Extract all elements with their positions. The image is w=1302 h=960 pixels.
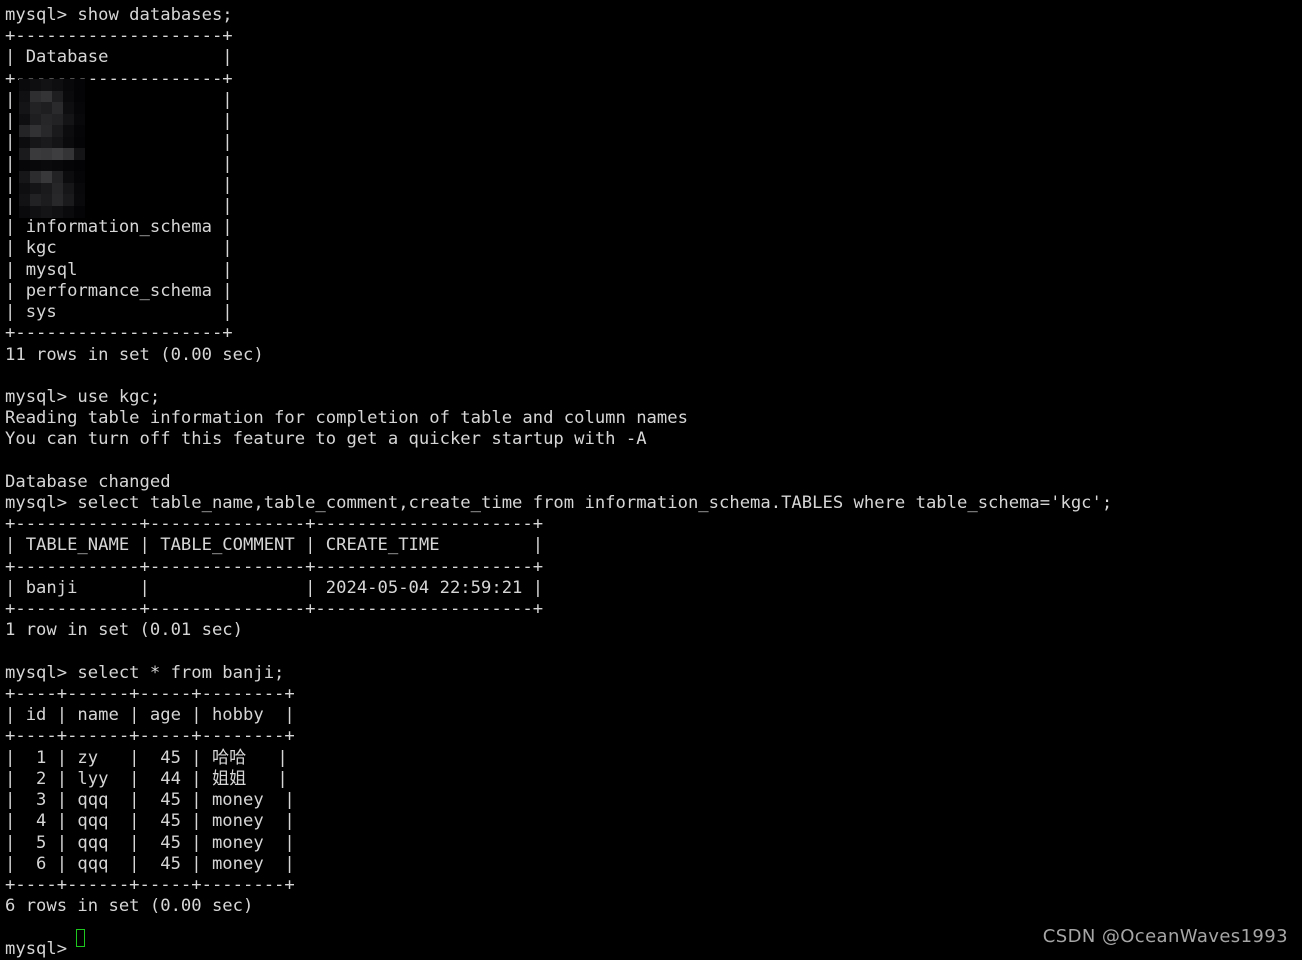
terminal-line-tbl-rowcount: 1 row in set (0.01 sec) [5,620,243,641]
terminal-line-db-sep-top: +--------------------+ [5,26,233,47]
terminal-line-db-row-7: | information_schema | [5,217,233,238]
terminal-line-db-sep-bottom: +--------------------+ [5,323,233,344]
terminal-line-tbl-sep-bottom: +------------+---------------+----------… [5,599,544,620]
terminal-line-cmd-select-banji: mysql> select * from banji; [5,662,285,683]
terminal-line-db-row-9: | mysql | [5,259,233,280]
terminal-line-db-row-1: | | [5,89,233,110]
terminal-line-banji-sep-mid: +----+------+-----+--------+ [5,726,295,747]
terminal-line-db-row-4: | | [5,153,233,174]
terminal-line-banji-sep-top: +----+------+-----+--------+ [5,684,295,704]
terminal-line-cmd-show-databases: mysql> show databases; [5,5,233,25]
terminal-line-msg-reading: Reading table information for completion… [5,408,688,429]
text-cursor [76,929,85,947]
csdn-watermark: CSDN @OceanWaves1993 [1042,926,1288,947]
terminal-line-tbl-row-1: | banji | | 2024-05-04 22:59:21 | [5,577,544,598]
terminal-line-banji-row-6: | 6 | qqq | 45 | money | [5,853,295,874]
terminal-line-banji-rowcount: 6 rows in set (0.00 sec) [5,896,254,917]
terminal-line-cmd-use-kgc: mysql> use kgc; [5,386,161,407]
terminal-line-banji-row-1: | 1 | zy | 45 | 哈哈 | [5,747,288,768]
terminal-line-db-row-6: | | [5,195,233,216]
terminal-line-tbl-sep-top: +------------+---------------+----------… [5,514,544,535]
terminal-line-db-rowcount: 11 rows in set (0.00 sec) [5,344,264,365]
terminal-line-banji-sep-bottom: +----+------+-----+--------+ [5,874,295,895]
terminal-line-blank-2 [5,451,1297,472]
terminal-line-blank-3 [5,642,1297,663]
terminal-line-db-row-8: | kgc | [5,238,233,259]
terminal-line-db-row-3: | | [5,132,233,153]
terminal-line-db-sep-mid: +--------------------+ [5,68,233,89]
terminal-line-tbl-sep-mid: +------------+---------------+----------… [5,556,544,577]
terminal-line-banji-row-5: | 5 | qqq | 45 | money | [5,832,295,853]
terminal-line-db-row-10: | performance_schema | [5,280,233,301]
terminal-line-db-row-5: | | [5,174,233,195]
terminal-line-blank-1 [5,366,1297,387]
terminal-line-banji-row-2: | 2 | lyy | 44 | 姐姐 | [5,768,288,789]
terminal-line-db-header: | Database | [5,47,233,68]
terminal-line-banji-row-3: | 3 | qqq | 45 | money | [5,790,295,811]
terminal-line-msg-turnoff: You can turn off this feature to get a q… [5,429,647,450]
terminal-line-tbl-header: | TABLE_NAME | TABLE_COMMENT | CREATE_TI… [5,535,544,556]
terminal-line-banji-row-4: | 4 | qqq | 45 | money | [5,811,295,832]
terminal-line-db-row-11: | sys | [5,302,233,323]
terminal-line-banji-header: | id | name | age | hobby | [5,705,295,726]
terminal-line-cmd-select-tables: mysql> select table_name,table_comment,c… [5,493,1113,514]
terminal-window[interactable]: mysql> show databases; +-----------------… [0,0,1302,960]
terminal-line-db-row-2: | | [5,111,233,132]
terminal-line-msg-dbchanged: Database changed [5,471,171,492]
terminal-output: mysql> show databases; +-----------------… [5,5,1297,960]
